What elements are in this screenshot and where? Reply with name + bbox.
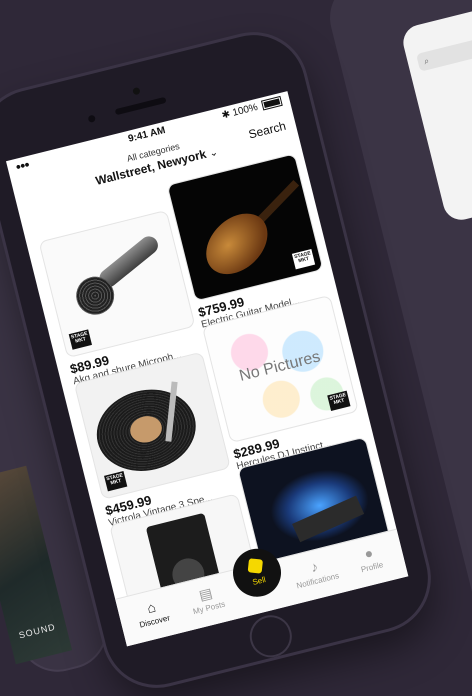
stage-market-logo: STAGE MKT <box>68 329 92 350</box>
tag-icon <box>247 558 264 574</box>
tab-profile[interactable]: ● Profile <box>339 538 402 578</box>
stage-market-logo: STAGE MKT <box>104 471 128 492</box>
chevron-down-icon: ⌄ <box>208 146 220 160</box>
bluetooth-icon: ✱ <box>220 108 232 122</box>
tab-discover[interactable]: ⌂ Discover <box>121 593 184 633</box>
battery-percent: 100% <box>231 101 259 119</box>
background-label: SOUND <box>17 621 57 641</box>
background-search-icon: ⌕ <box>416 31 472 72</box>
stage-market-logo: STAGE MKT <box>291 248 316 270</box>
tab-my-posts[interactable]: ▤ My Posts <box>176 579 239 619</box>
signal-icon: ●●● <box>14 158 30 172</box>
tab-notifications[interactable]: ♪ Notifications <box>284 552 347 592</box>
battery-icon <box>261 96 283 111</box>
sell-label: Sell <box>251 575 267 587</box>
